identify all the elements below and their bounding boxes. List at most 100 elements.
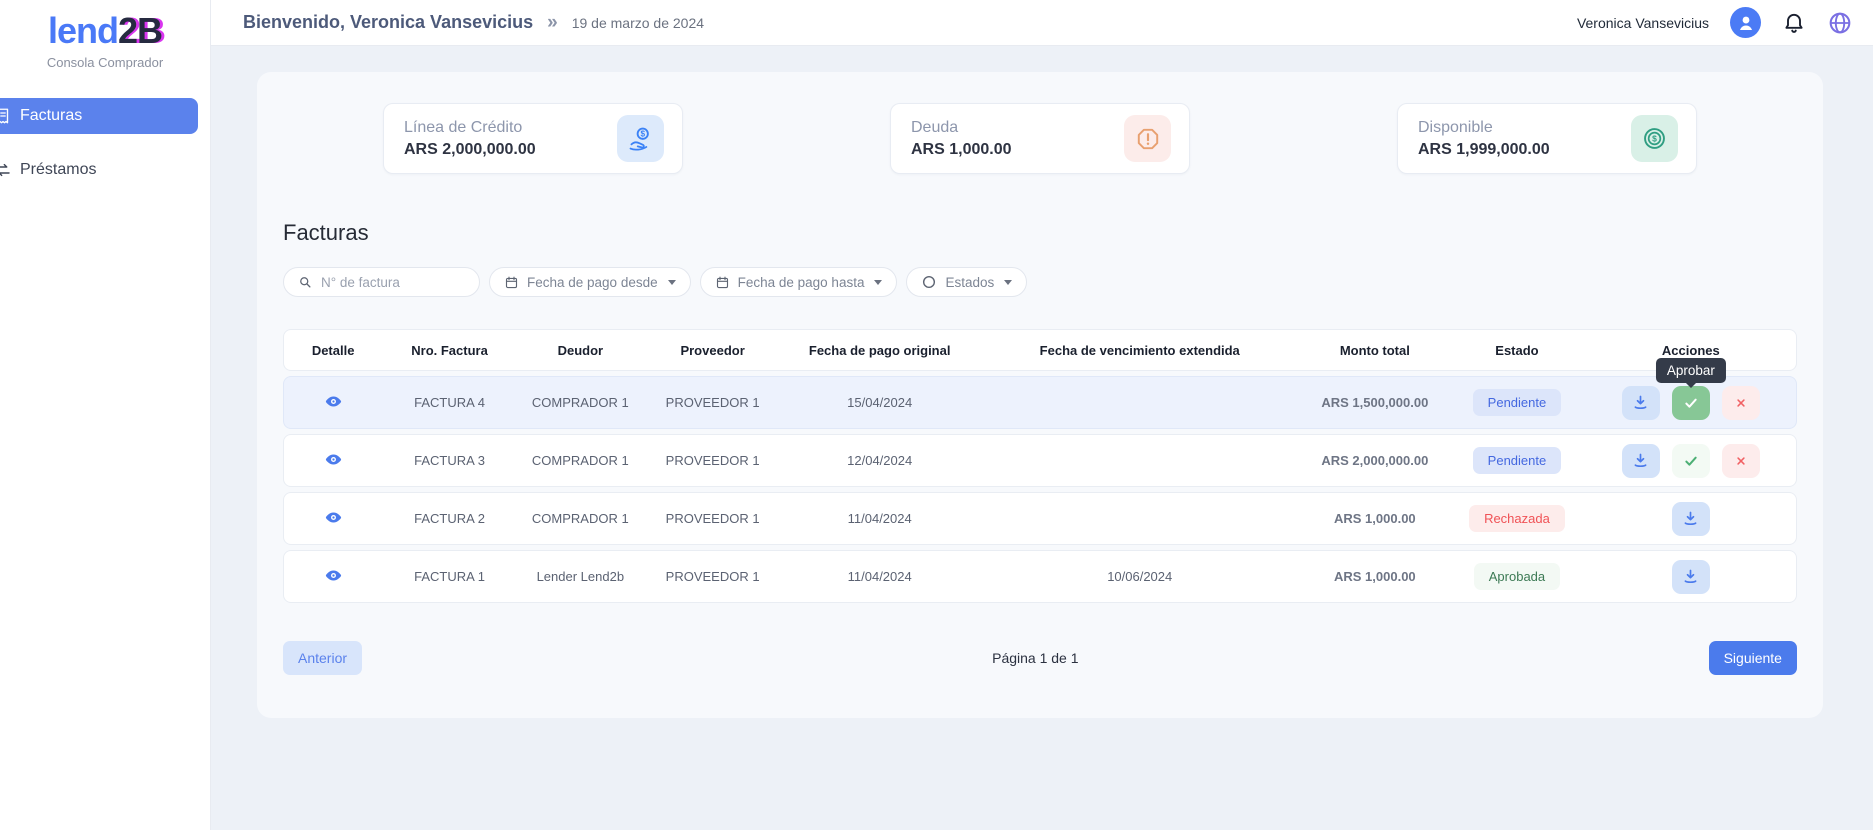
stat-value: ARS 2,000,000.00 <box>404 141 536 159</box>
eye-icon <box>325 393 342 410</box>
sidebar-item-prestamos[interactable]: Préstamos <box>0 152 210 188</box>
header-right: Veronica Vansevicius <box>1577 7 1853 38</box>
circle-status-icon <box>921 274 937 290</box>
download-button[interactable] <box>1622 386 1660 420</box>
top-header: Bienvenido, Veronica Vansevicius » 19 de… <box>211 0 1873 46</box>
download-button[interactable] <box>1672 560 1710 594</box>
reject-button[interactable] <box>1722 444 1760 478</box>
download-icon <box>1632 452 1649 469</box>
user-name: Veronica Vansevicius <box>1577 15 1709 31</box>
search-input[interactable] <box>321 275 461 290</box>
brand-logo: lend2B <box>0 10 210 52</box>
approve-button[interactable] <box>1672 386 1710 420</box>
table-row: FACTURA 2 COMPRADOR 1 PROVEEDOR 1 11/04/… <box>283 492 1797 545</box>
cell-monto: ARS 2,000,000.00 <box>1302 453 1449 468</box>
col-estado: Estado <box>1448 343 1586 358</box>
col-detalle: Detalle <box>284 343 382 358</box>
notifications-bell-icon[interactable] <box>1782 11 1806 35</box>
stat-value: ARS 1,000.00 <box>911 141 1012 159</box>
alert-icon <box>1124 115 1171 162</box>
brand-logo-lend: lend <box>48 10 118 51</box>
approve-button[interactable] <box>1672 444 1710 478</box>
language-globe-icon[interactable] <box>1827 10 1853 36</box>
stat-card-disponible: Disponible ARS 1,999,000.00 <box>1397 103 1697 174</box>
filter-date-to[interactable]: Fecha de pago hasta <box>700 267 898 297</box>
cell-monto: ARS 1,500,000.00 <box>1302 395 1449 410</box>
sidebar: lend2B Consola Comprador Facturas Présta… <box>0 0 211 830</box>
eye-icon <box>325 567 342 584</box>
cell-proveedor: PROVEEDOR 1 <box>644 511 782 526</box>
hand-coin-icon <box>617 115 664 162</box>
filter-label: Fecha de pago hasta <box>738 275 865 290</box>
check-icon <box>1683 453 1699 469</box>
stat-card-deuda: Deuda ARS 1,000.00 <box>890 103 1190 174</box>
view-detail-button[interactable] <box>325 393 342 410</box>
sidebar-item-label: Préstamos <box>20 161 96 179</box>
cell-fecha-pago: 11/04/2024 <box>781 569 978 584</box>
invoice-icon <box>0 107 12 125</box>
chevrons-separator: » <box>547 12 558 34</box>
welcome-text: Bienvenido, Veronica Vansevicius <box>243 12 533 33</box>
chevron-down-icon <box>874 280 882 285</box>
stat-label: Disponible <box>1418 119 1550 137</box>
status-badge: Rechazada <box>1469 505 1565 532</box>
cell-deudor: Lender Lend2b <box>517 569 644 584</box>
download-button[interactable] <box>1622 444 1660 478</box>
status-badge: Aprobada <box>1474 563 1560 590</box>
cell-fecha-pago: 15/04/2024 <box>781 395 978 410</box>
stat-card-linea-credito: Línea de Crédito ARS 2,000,000.00 <box>383 103 683 174</box>
header-left: Bienvenido, Veronica Vansevicius » 19 de… <box>243 12 704 34</box>
cell-proveedor: PROVEEDOR 1 <box>644 453 782 468</box>
user-icon <box>1735 12 1757 34</box>
download-icon <box>1632 394 1649 411</box>
filters-bar: Fecha de pago desde Fecha de pago hasta … <box>283 267 1797 297</box>
cell-nro-factura: FACTURA 1 <box>382 569 517 584</box>
chevron-down-icon <box>1004 280 1012 285</box>
cell-nro-factura: FACTURA 3 <box>382 453 517 468</box>
sidebar-item-facturas[interactable]: Facturas <box>0 98 198 134</box>
main-panel: Línea de Crédito ARS 2,000,000.00 Deuda … <box>257 72 1823 718</box>
prev-page-button[interactable]: Anterior <box>283 641 362 675</box>
loan-transfer-icon <box>0 161 12 179</box>
current-date: 19 de marzo de 2024 <box>572 15 704 31</box>
view-detail-button[interactable] <box>325 567 342 584</box>
cell-fecha-pago: 12/04/2024 <box>781 453 978 468</box>
cell-monto: ARS 1,000.00 <box>1302 511 1449 526</box>
tooltip-aprobar: Aprobar <box>1656 358 1726 383</box>
reject-button[interactable] <box>1722 386 1760 420</box>
x-icon <box>1734 396 1748 410</box>
col-nro-factura: Nro. Factura <box>382 343 517 358</box>
sidebar-item-label: Facturas <box>20 107 82 125</box>
table-row: FACTURA 4 COMPRADOR 1 PROVEEDOR 1 15/04/… <box>283 376 1797 429</box>
page-info: Página 1 de 1 <box>992 650 1078 666</box>
user-avatar[interactable] <box>1730 7 1761 38</box>
filter-label: Fecha de pago desde <box>527 275 658 290</box>
view-detail-button[interactable] <box>325 509 342 526</box>
cell-fecha-pago: 11/04/2024 <box>781 511 978 526</box>
col-acciones: Acciones <box>1586 343 1796 358</box>
filter-estados[interactable]: Estados <box>906 267 1027 297</box>
cell-fecha-ext: 10/06/2024 <box>978 569 1302 584</box>
stat-label: Línea de Crédito <box>404 119 536 137</box>
col-fecha-pago: Fecha de pago original <box>781 343 978 358</box>
filter-date-from[interactable]: Fecha de pago desde <box>489 267 691 297</box>
eye-icon <box>325 451 342 468</box>
brand-logo-2b: 2B <box>118 10 162 51</box>
download-button[interactable] <box>1672 502 1710 536</box>
chevron-down-icon <box>668 280 676 285</box>
col-proveedor: Proveedor <box>644 343 782 358</box>
table-row: FACTURA 1 Lender Lend2b PROVEEDOR 1 11/0… <box>283 550 1797 603</box>
status-badge: Pendiente <box>1473 447 1562 474</box>
search-icon <box>298 275 313 290</box>
download-icon <box>1682 568 1699 585</box>
calendar-icon <box>504 275 519 290</box>
cell-nro-factura: FACTURA 4 <box>382 395 517 410</box>
col-monto: Monto total <box>1302 343 1449 358</box>
eye-icon <box>325 509 342 526</box>
invoice-search[interactable] <box>283 267 480 297</box>
next-page-button[interactable]: Siguiente <box>1709 641 1797 675</box>
stat-label: Deuda <box>911 119 1012 137</box>
sidebar-nav: Facturas Préstamos <box>0 98 210 188</box>
view-detail-button[interactable] <box>325 451 342 468</box>
cell-nro-factura: FACTURA 2 <box>382 511 517 526</box>
